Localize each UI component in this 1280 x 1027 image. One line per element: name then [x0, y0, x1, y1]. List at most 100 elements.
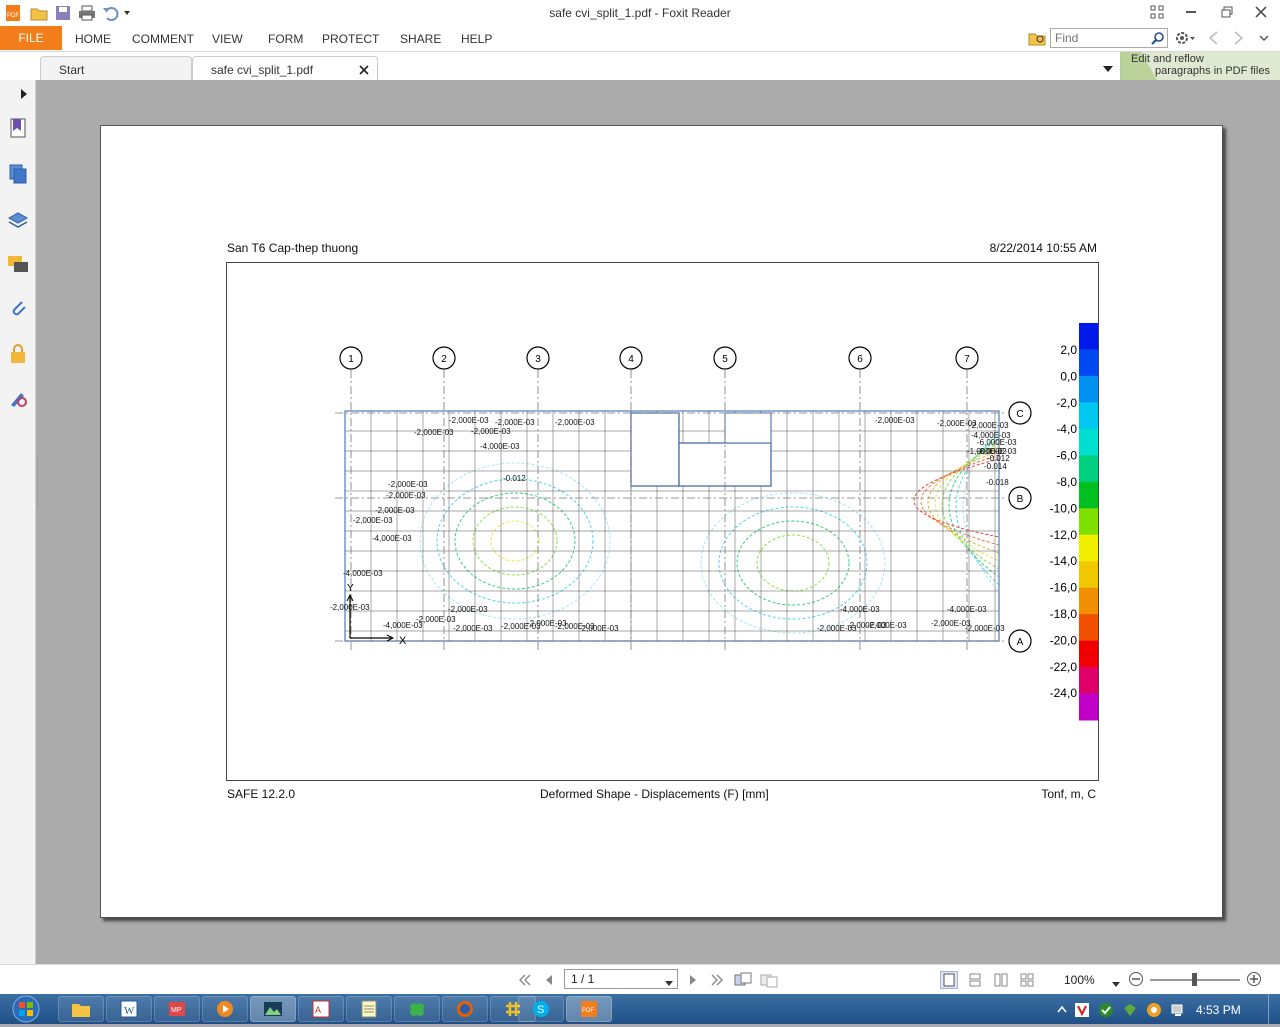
contour-ring — [419, 462, 611, 620]
drawing-frame: 1234567CBA -2,000E-03 -2,000E-03 -2,000E-0… — [226, 262, 1099, 781]
taskbar-word-icon[interactable]: W — [106, 996, 152, 1022]
minimize-button[interactable] — [1178, 2, 1204, 22]
previous-page-icon[interactable] — [540, 971, 558, 989]
tray-network-icon[interactable] — [1170, 1002, 1186, 1018]
legend-color-band — [1079, 323, 1098, 350]
find-folder-icon[interactable] — [1028, 30, 1046, 48]
next-page-icon[interactable] — [684, 971, 702, 989]
legend-color-band — [1079, 508, 1098, 536]
axis-y-label: Y — [347, 583, 354, 594]
restore-button[interactable] — [1214, 2, 1240, 22]
menu-home[interactable]: HOME — [75, 32, 111, 46]
panel-resize-handle[interactable] — [37, 460, 40, 508]
tab-start[interactable]: Start — [40, 56, 192, 80]
contour-label: -0.014 — [984, 462, 1007, 471]
menu-view[interactable]: VIEW — [212, 32, 243, 46]
layers-icon[interactable] — [6, 208, 30, 232]
taskbar-file-explorer-icon[interactable] — [58, 996, 104, 1022]
collapse-ribbon-icon[interactable] — [1258, 32, 1270, 47]
taskbar-notepad-icon[interactable] — [346, 996, 392, 1022]
reflow-hint-line1: Edit and reflow — [1131, 53, 1204, 65]
zoom-in-icon[interactable] — [1246, 971, 1262, 990]
first-page-icon[interactable] — [516, 971, 534, 989]
next-find-icon[interactable] — [1232, 30, 1246, 49]
signature-icon[interactable] — [6, 386, 30, 410]
menu-protect[interactable]: PROTECT — [322, 32, 379, 46]
menu-form[interactable]: FORM — [268, 32, 303, 46]
contour-label: -2,000E-03 — [817, 624, 857, 633]
grid-label: C — [1016, 409, 1023, 420]
document-tab-bar: Start safe cvi_split_1.pdf Edit and refl… — [0, 52, 1280, 80]
previous-find-icon[interactable] — [1206, 30, 1220, 49]
tray-check-icon[interactable] — [1098, 1002, 1114, 1018]
pages-icon[interactable] — [6, 162, 30, 186]
contour-label: -2,000E-03 — [388, 480, 428, 489]
zoom-slider-handle[interactable] — [1192, 973, 1197, 986]
contour-label: -4,000E-03 — [947, 605, 987, 614]
taskbar-windows-media-icon[interactable] — [202, 996, 248, 1022]
taskbar-skype-icon[interactable]: S — [518, 996, 564, 1022]
last-page-icon[interactable] — [708, 971, 726, 989]
attachments-icon[interactable] — [6, 296, 30, 320]
find-input[interactable] — [1051, 29, 1147, 47]
facing-view-icon[interactable] — [992, 971, 1010, 989]
show-hidden-icons-icon[interactable] — [1054, 1002, 1070, 1018]
taskbar-photo-viewer-icon[interactable] — [250, 996, 296, 1022]
gear-icon[interactable] — [1174, 30, 1196, 49]
taskbar-foxit-icon[interactable]: PDF — [566, 996, 612, 1022]
menu-share[interactable]: SHARE — [400, 32, 441, 46]
doc-header-date: 8/22/2014 10:55 AM — [989, 241, 1097, 255]
legend-value: -24,0 — [1050, 686, 1078, 700]
security-icon[interactable] — [6, 342, 30, 366]
find-field[interactable] — [1050, 28, 1168, 48]
close-tab-icon[interactable] — [359, 64, 369, 78]
page-number-select[interactable]: 1 / 1 — [564, 969, 678, 989]
grid-label: 2 — [441, 354, 447, 365]
contour-ring — [718, 506, 868, 620]
reflow-promo-banner[interactable]: Edit and reflow paragraphs in PDF files — [1120, 52, 1280, 80]
continuous-facing-view-icon[interactable] — [1018, 971, 1036, 989]
tab-list-dropdown-icon[interactable] — [1102, 62, 1114, 76]
tray-orange-app-icon[interactable] — [1146, 1002, 1162, 1018]
taskbar-media-player-icon[interactable]: MP — [154, 996, 200, 1022]
legend-value: -6,0 — [1056, 449, 1077, 463]
single-page-view-icon[interactable] — [940, 971, 958, 989]
expand-panel-icon[interactable] — [20, 88, 28, 103]
taskbar-autocad-icon[interactable]: A — [298, 996, 344, 1022]
menu-help[interactable]: HELP — [461, 32, 492, 46]
legend-value: -14,0 — [1050, 554, 1078, 568]
next-view-icon[interactable] — [760, 971, 778, 989]
start-button[interactable] — [4, 994, 48, 1024]
contour-label: -2,000E-03 — [386, 491, 426, 500]
slab-opening — [678, 442, 772, 487]
ribbon-display-icon[interactable] — [1144, 2, 1170, 22]
legend-value: -10,0 — [1050, 501, 1078, 515]
doc-header-title: San T6 Cap-thep thuong — [227, 241, 359, 255]
legend-color-band — [1079, 667, 1098, 695]
tab-document[interactable]: safe cvi_split_1.pdf — [192, 56, 378, 80]
tray-network-shield-icon[interactable] — [1122, 1002, 1138, 1018]
zoom-level[interactable]: 100% — [1064, 973, 1095, 987]
file-menu-button[interactable]: FILE — [0, 26, 62, 50]
legend-value: -4,0 — [1056, 422, 1077, 436]
previous-view-icon[interactable] — [734, 971, 752, 989]
comments-icon[interactable] — [6, 252, 30, 276]
taskbar-clock[interactable]: 4:53 PM — [1196, 1003, 1241, 1017]
tab-start-label: Start — [59, 63, 85, 77]
zoom-dropdown-icon[interactable] — [1112, 977, 1120, 991]
menu-comment[interactable]: COMMENT — [132, 32, 194, 46]
taskbar-clover-icon[interactable] — [394, 996, 440, 1022]
taskbar-firefox-icon[interactable] — [442, 996, 488, 1022]
continuous-view-icon[interactable] — [966, 971, 984, 989]
show-desktop-button[interactable] — [1268, 994, 1280, 1024]
windows-taskbar: W MP A S PDF 4:53 PM — [0, 994, 1280, 1024]
close-window-button[interactable] — [1248, 2, 1274, 22]
search-icon[interactable] — [1151, 31, 1165, 48]
contour-ring — [490, 520, 540, 562]
bookmark-icon[interactable] — [6, 116, 30, 140]
legend-color-band — [1079, 614, 1098, 642]
zoom-out-icon[interactable] — [1128, 971, 1144, 990]
tray-v-icon[interactable] — [1074, 1002, 1090, 1018]
legend-value: -12,0 — [1050, 528, 1078, 542]
doc-footer-program: SAFE 12.2.0 — [227, 787, 296, 801]
